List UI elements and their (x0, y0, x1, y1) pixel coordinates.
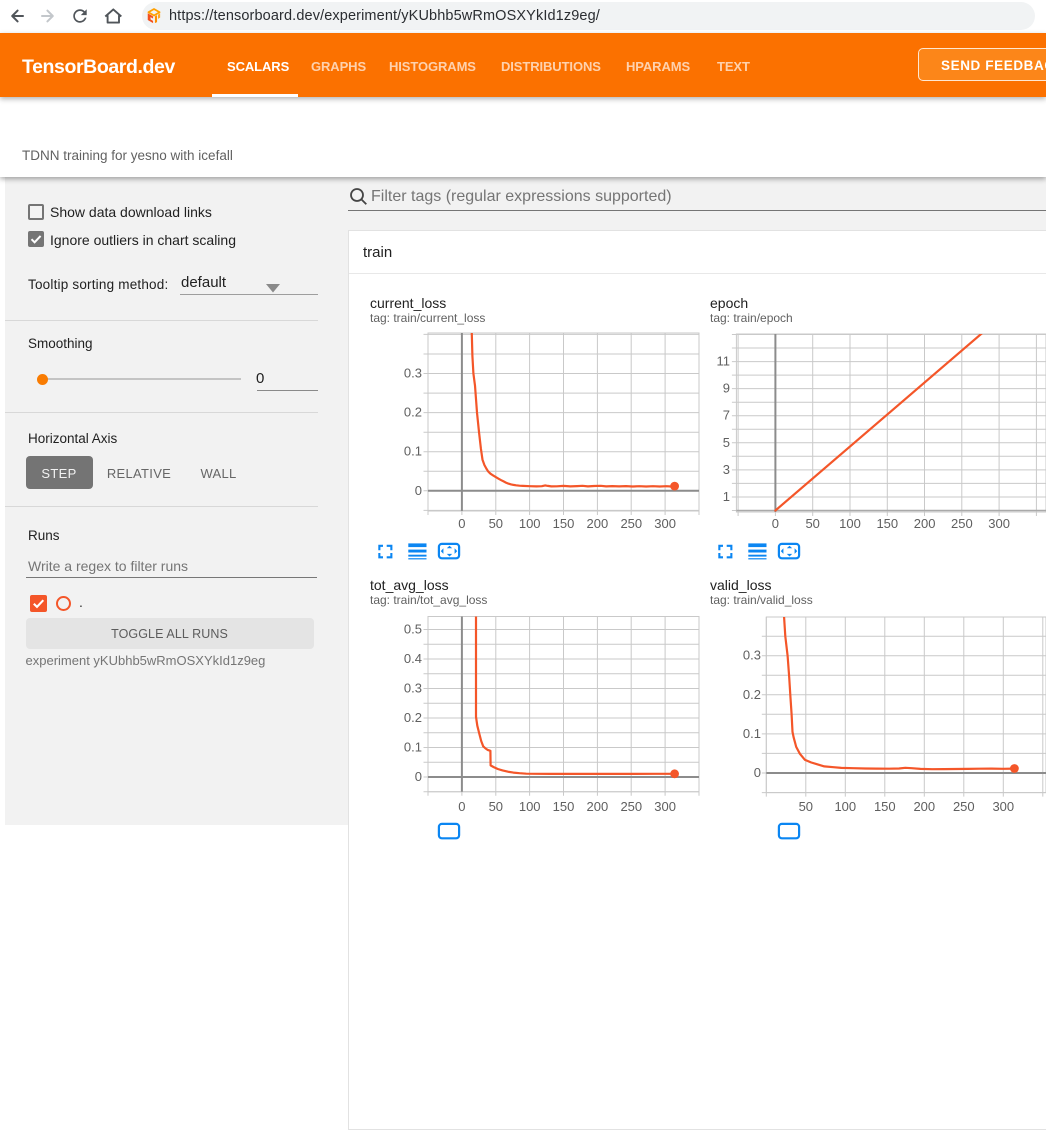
svg-text:50: 50 (489, 799, 503, 814)
svg-text:250: 250 (953, 799, 975, 814)
svg-text:200: 200 (914, 516, 936, 531)
svg-text:150: 150 (553, 516, 575, 531)
svg-text:0: 0 (458, 516, 465, 531)
svg-text:100: 100 (834, 799, 856, 814)
svg-text:300: 300 (988, 516, 1010, 531)
svg-text:250: 250 (620, 516, 642, 531)
svg-text:0: 0 (458, 799, 465, 814)
svg-text:7: 7 (723, 408, 730, 423)
svg-text:0.3: 0.3 (743, 648, 761, 663)
svg-text:0: 0 (754, 765, 761, 780)
svg-text:50: 50 (489, 516, 503, 531)
svg-text:0.1: 0.1 (743, 726, 761, 741)
svg-text:3: 3 (723, 462, 730, 477)
svg-text:0.1: 0.1 (404, 444, 422, 459)
svg-text:0.3: 0.3 (404, 366, 422, 381)
svg-text:50: 50 (805, 516, 819, 531)
svg-text:250: 250 (620, 799, 642, 814)
svg-text:0: 0 (772, 516, 779, 531)
svg-text:0.1: 0.1 (404, 740, 422, 755)
svg-text:300: 300 (992, 799, 1014, 814)
svg-text:0.2: 0.2 (404, 405, 422, 420)
svg-text:150: 150 (876, 516, 898, 531)
svg-text:0.5: 0.5 (404, 622, 422, 637)
svg-text:300: 300 (654, 516, 676, 531)
svg-text:100: 100 (519, 516, 541, 531)
svg-text:0.2: 0.2 (404, 710, 422, 725)
svg-text:5: 5 (723, 435, 730, 450)
svg-text:0.3: 0.3 (404, 681, 422, 696)
svg-text:150: 150 (553, 799, 575, 814)
svg-text:200: 200 (587, 799, 609, 814)
svg-text:200: 200 (587, 516, 609, 531)
svg-text:50: 50 (799, 799, 813, 814)
svg-text:0.2: 0.2 (743, 687, 761, 702)
svg-text:11: 11 (717, 354, 731, 369)
svg-text:0: 0 (415, 483, 422, 498)
svg-text:1: 1 (723, 489, 730, 504)
svg-text:0: 0 (415, 769, 422, 784)
svg-text:250: 250 (951, 516, 973, 531)
svg-text:200: 200 (913, 799, 935, 814)
svg-text:0.4: 0.4 (404, 651, 422, 666)
svg-text:100: 100 (839, 516, 861, 531)
svg-text:150: 150 (874, 799, 896, 814)
svg-text:9: 9 (723, 381, 730, 396)
svg-text:300: 300 (654, 799, 676, 814)
svg-text:100: 100 (519, 799, 541, 814)
